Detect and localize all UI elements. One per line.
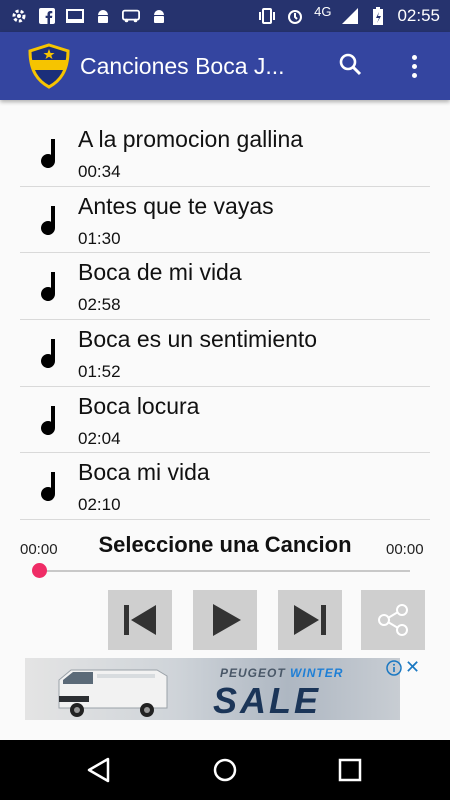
list-item[interactable]: Boca locura 02:04: [20, 387, 430, 454]
ad-headline: SALE: [213, 680, 322, 720]
van-image: [58, 669, 168, 717]
total-time: 00:00: [386, 541, 424, 558]
seek-thumb[interactable]: [32, 563, 47, 578]
facebook-icon: [38, 8, 56, 24]
song-title: A la promocion gallina: [78, 126, 304, 152]
navigation-bar: [0, 740, 450, 800]
music-note-icon: [41, 272, 56, 302]
battery-icon: [369, 7, 387, 25]
song-title: Boca es un sentimiento: [78, 326, 318, 353]
bus-icon: [122, 8, 140, 24]
seek-bar[interactable]: [40, 570, 410, 572]
play-button[interactable]: [193, 590, 257, 650]
previous-button[interactable]: [108, 590, 172, 650]
more-vert-icon: [411, 54, 417, 60]
song-title: Antes que te vayas: [78, 192, 274, 219]
song-duration: 02:58: [78, 295, 121, 315]
settings-icon: [10, 8, 28, 24]
android-icon: [94, 8, 112, 24]
music-note-icon: [41, 405, 56, 435]
song-title: Boca locura: [78, 392, 200, 419]
list-item[interactable]: Boca de mi vida 02:58: [20, 253, 430, 321]
app-title: Canciones Boca J...: [80, 52, 285, 79]
home-icon[interactable]: [210, 755, 240, 785]
ad-banner[interactable]: PEUGEOT WINTER SALE: [25, 658, 400, 720]
ad-brand: PEUGEOT WINTER: [220, 666, 344, 680]
song-title: Boca mi vida: [78, 459, 210, 486]
song-duration: 00:34: [78, 162, 121, 181]
overflow-menu-button[interactable]: [400, 48, 428, 84]
music-note-icon: [41, 339, 56, 369]
signal-icon: [341, 8, 359, 24]
skip-next-icon: [294, 605, 326, 635]
list-item[interactable]: A la promocion gallina 00:34: [20, 120, 430, 187]
alarm-icon: [286, 8, 304, 24]
list-item[interactable]: Boca mi vida 02:10: [20, 453, 430, 521]
next-button[interactable]: [278, 590, 342, 650]
search-icon: [339, 53, 362, 76]
share-button[interactable]: [361, 590, 425, 650]
recents-icon[interactable]: [335, 755, 365, 785]
clock: 02:55: [397, 6, 440, 25]
player-panel: 00:00 Seleccione una Cancion 00:00: [0, 520, 450, 655]
song-list: A la promocion gallina 00:34 Antes que t…: [20, 120, 430, 521]
list-item[interactable]: Boca es un sentimiento 01:52: [20, 320, 430, 387]
song-duration: 02:04: [78, 428, 121, 448]
skip-previous-icon: [124, 605, 156, 635]
music-note-icon: [41, 139, 56, 169]
play-icon: [213, 604, 241, 636]
vibrate-icon: [258, 8, 276, 24]
android-icon: [150, 8, 168, 24]
song-duration: 01:30: [78, 228, 121, 248]
search-button[interactable]: [334, 48, 366, 80]
ad-close-icon[interactable]: ✕: [405, 657, 420, 678]
club-logo: [26, 43, 72, 89]
status-bar: 4G 02:55: [0, 0, 450, 32]
music-note-icon: [41, 205, 56, 235]
network-type: 4G: [314, 3, 332, 19]
ad-info-icon[interactable]: [386, 660, 402, 676]
song-duration: 02:10: [78, 495, 121, 515]
back-icon[interactable]: [84, 755, 114, 785]
now-playing-title: Seleccione una Cancion: [98, 532, 352, 557]
app-bar: Canciones Boca J...: [0, 32, 450, 100]
monitor-icon: [66, 8, 84, 24]
list-item[interactable]: Antes que te vayas 01:30: [20, 187, 430, 254]
song-duration: 01:52: [78, 362, 121, 382]
music-note-icon: [41, 472, 56, 502]
share-icon: [378, 604, 408, 636]
song-title: Boca de mi vida: [78, 259, 242, 286]
